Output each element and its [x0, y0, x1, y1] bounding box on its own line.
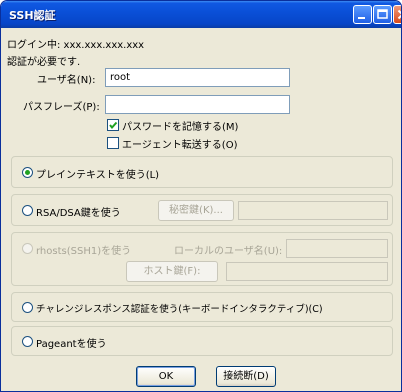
pageant-group: Pageantを使う [11, 326, 393, 356]
ssh-auth-dialog: SSH認証 ログイン中: xxx.xxx.xxx.xxx 認証が必要です. ユー… [0, 0, 402, 392]
dialog-client-area: ログイン中: xxx.xxx.xxx.xxx 認証が必要です. ユーザ名(N):… [3, 28, 399, 389]
username-label: ユーザ名(N): [37, 75, 96, 86]
plaintext-radio[interactable] [22, 167, 33, 178]
ok-button[interactable]: OK [136, 366, 196, 387]
rhosts-radio[interactable] [22, 243, 33, 254]
username-input[interactable] [105, 68, 290, 87]
host-key-button[interactable]: ホスト鍵(F): [126, 261, 218, 282]
local-user-input[interactable] [286, 239, 388, 258]
plaintext-label[interactable]: プレインテキストを使う(L) [36, 166, 159, 181]
rsa-radio[interactable] [22, 205, 33, 216]
rsa-label[interactable]: RSA/DSA鍵を使う [36, 204, 121, 219]
close-button[interactable] [393, 5, 401, 24]
disconnect-button[interactable]: 接続断(D) [216, 366, 276, 387]
private-key-input[interactable] [238, 201, 388, 220]
local-user-label: ローカルのユーザ名(U): [174, 246, 283, 257]
title-bar[interactable]: SSH認証 [1, 1, 401, 28]
pageant-radio[interactable] [22, 336, 33, 347]
close-icon [397, 9, 401, 20]
login-status-text: ログイン中: xxx.xxx.xxx.xxx [7, 40, 145, 51]
challenge-group: チャレンジレスポンス認証を使う(キーボードインタラクティブ)(C) [11, 292, 393, 322]
window-title: SSH認証 [9, 9, 56, 22]
minimize-button[interactable] [353, 5, 372, 24]
challenge-radio[interactable] [22, 302, 33, 313]
agent-forward-label[interactable]: エージェント転送する(O) [122, 136, 237, 151]
maximize-button[interactable] [373, 5, 392, 24]
passphrase-label: パスフレーズ(P): [23, 102, 100, 113]
maximize-icon [377, 9, 388, 19]
remember-password-checkbox[interactable] [107, 119, 119, 131]
minimize-icon [358, 17, 365, 19]
rhosts-label[interactable]: rhosts(SSH1)を使う [36, 242, 131, 257]
private-key-button[interactable]: 秘密鍵(K)... [158, 200, 234, 221]
challenge-label[interactable]: チャレンジレスポンス認証を使う(キーボードインタラクティブ)(C) [36, 301, 323, 315]
remember-password-label[interactable]: パスワードを記憶する(M) [122, 118, 238, 133]
auth-required-text: 認証が必要です. [7, 57, 81, 68]
rsa-group: RSA/DSA鍵を使う 秘密鍵(K)... [11, 194, 393, 226]
passphrase-input[interactable] [105, 95, 290, 114]
host-key-input[interactable] [226, 262, 388, 281]
pageant-label[interactable]: Pageantを使う [36, 335, 107, 350]
plaintext-group: プレインテキストを使う(L) [11, 156, 393, 188]
checkmark-icon [109, 121, 118, 130]
selected-dot [25, 170, 30, 175]
agent-forward-checkbox[interactable] [107, 137, 119, 149]
rhosts-group: rhosts(SSH1)を使う ローカルのユーザ名(U): ホスト鍵(F): [11, 232, 393, 286]
